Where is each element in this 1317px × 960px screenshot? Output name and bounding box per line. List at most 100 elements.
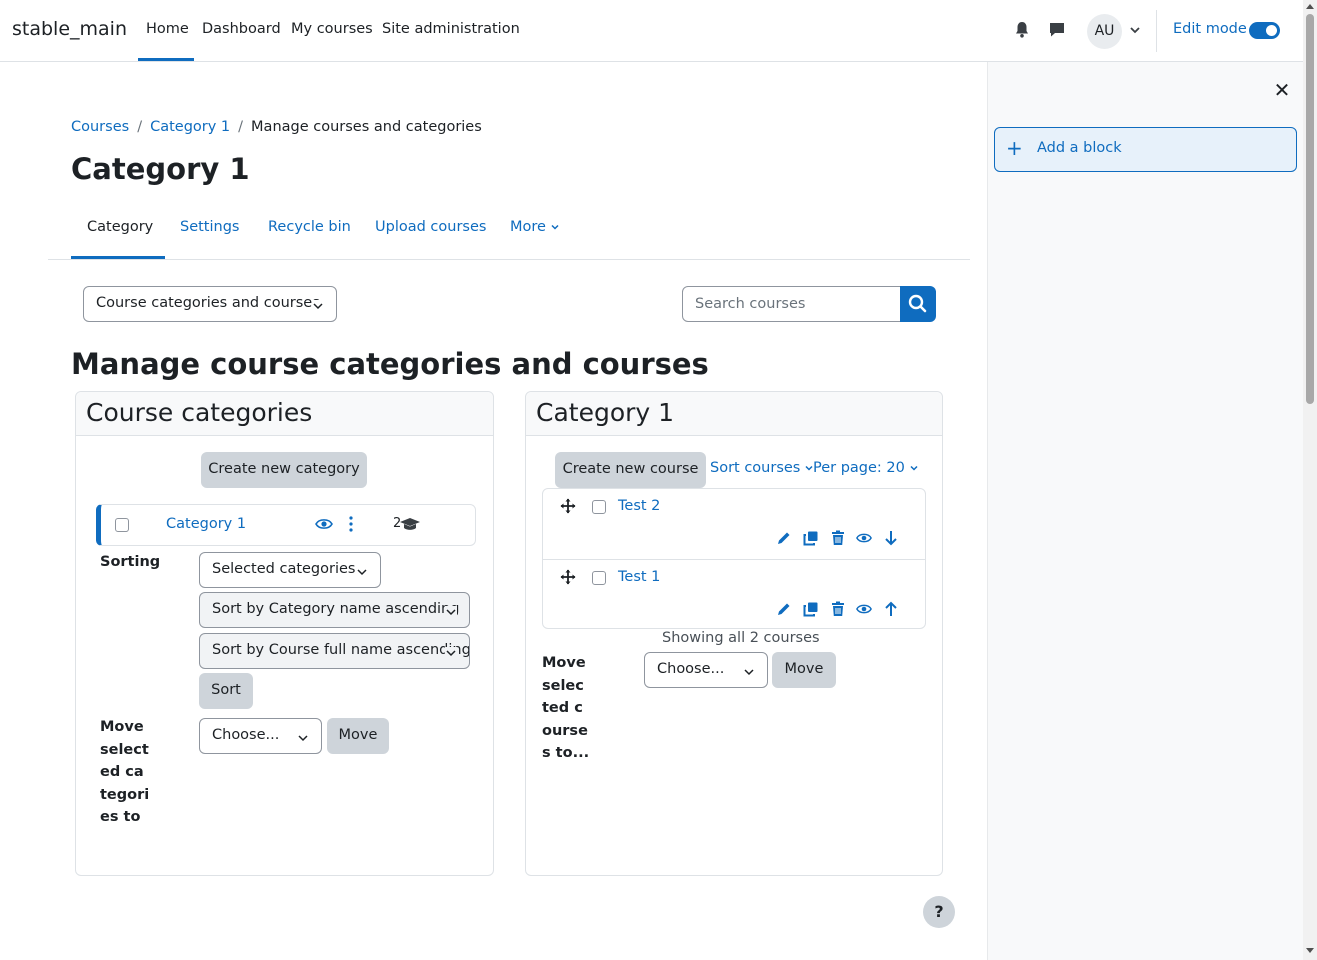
copy-icon[interactable] (803, 601, 819, 617)
search-icon (908, 294, 927, 313)
move-drag-icon[interactable] (560, 498, 576, 514)
help-button[interactable]: ? (923, 896, 955, 928)
course-link[interactable]: Test 1 (618, 569, 660, 585)
user-avatar[interactable]: AU (1087, 14, 1122, 49)
view-mode-select[interactable]: Course categories and courses (83, 286, 337, 322)
page-title: Category 1 (71, 152, 250, 186)
tab-recycle-bin[interactable]: Recycle bin (268, 219, 351, 235)
tab-upload-courses[interactable]: Upload courses (375, 219, 486, 235)
course-list-item: Test 2 (543, 489, 925, 559)
breadcrumb-separator: / (238, 119, 244, 135)
nav-home[interactable]: Home (146, 21, 189, 37)
button-label: Create new course (562, 461, 699, 477)
per-page-label: Per page: 20 (813, 460, 905, 476)
move-drag-icon[interactable] (560, 569, 576, 585)
course-checkbox[interactable] (592, 571, 606, 585)
select-value: Selected categories (212, 561, 356, 577)
messages-icon[interactable] (1048, 21, 1066, 39)
breadcrumb-separator: / (137, 119, 143, 135)
kebab-menu-icon[interactable] (349, 516, 353, 532)
breadcrumb-category[interactable]: Category 1 (150, 119, 230, 135)
close-icon[interactable]: ✕ (1272, 80, 1292, 100)
panel-title: Course categories (86, 398, 313, 427)
edit-pencil-icon[interactable] (776, 530, 792, 546)
site-brand[interactable]: stable_main (12, 18, 127, 40)
course-count-summary: Showing all 2 courses (662, 630, 820, 646)
move-courses-button[interactable]: Move (772, 652, 836, 688)
sort-categories-select[interactable]: Sort by Category name ascending (199, 592, 470, 628)
scroll-thumb[interactable] (1306, 14, 1314, 404)
secondary-navigation: Category Settings Recycle bin Upload cou… (48, 200, 970, 260)
chevron-down-icon (805, 465, 813, 471)
copy-icon[interactable] (803, 530, 819, 546)
chevron-down-icon[interactable] (1129, 24, 1141, 36)
eye-icon[interactable] (315, 517, 333, 531)
move-categories-button[interactable]: Move (327, 718, 389, 754)
sort-courses-dropdown[interactable]: Sort courses (710, 460, 813, 476)
trash-icon[interactable] (830, 530, 846, 546)
sort-courses-select[interactable]: Sort by Course full name ascending (199, 633, 470, 669)
sort-button[interactable]: Sort (199, 673, 253, 709)
manage-heading: Manage course categories and courses (71, 347, 709, 381)
move-courses-label: Move selected courses to... (542, 655, 590, 761)
edit-mode-label: Edit mode (1173, 21, 1247, 37)
top-navbar: stable_main Home Dashboard My courses Si… (0, 0, 1303, 62)
category-checkbox[interactable] (115, 518, 129, 532)
course-listing: Test 2 Test 1 (542, 488, 926, 629)
course-categories-panel: Course categories Create new category Ca… (75, 391, 494, 876)
eye-icon[interactable] (856, 530, 872, 546)
nav-dashboard[interactable]: Dashboard (202, 21, 281, 37)
trash-icon[interactable] (830, 601, 846, 617)
select-value: Sort by Course full name ascending (212, 642, 470, 658)
button-label: Move (338, 727, 378, 743)
page-scrollbar[interactable] (1303, 0, 1317, 960)
search-input[interactable]: Search courses (682, 286, 901, 322)
sort-scope-select[interactable]: Selected categories (199, 552, 381, 588)
chevron-down-icon (551, 224, 559, 230)
course-list-item: Test 1 (543, 559, 925, 629)
panel-title: Category 1 (536, 398, 675, 427)
create-new-course-button[interactable]: Create new course (555, 452, 706, 488)
eye-icon[interactable] (856, 601, 872, 617)
navbar-divider (1156, 10, 1157, 52)
edit-pencil-icon[interactable] (776, 601, 792, 617)
arrow-up-icon[interactable] (883, 601, 899, 617)
course-link[interactable]: Test 2 (618, 498, 660, 514)
breadcrumb-current: Manage courses and categories (251, 119, 482, 135)
category-link[interactable]: Category 1 (166, 516, 246, 532)
notification-bell-icon[interactable] (1014, 21, 1030, 39)
create-new-category-button[interactable]: Create new category (201, 452, 367, 488)
per-page-dropdown[interactable]: Per page: 20 (813, 460, 918, 476)
scroll-up-arrow-icon[interactable] (1306, 4, 1314, 9)
tab-category[interactable]: Category (87, 219, 153, 235)
chevron-down-icon (312, 300, 324, 312)
tab-more[interactable]: More (510, 219, 559, 235)
button-label: Create new category (208, 461, 360, 477)
graduation-cap-icon (400, 518, 420, 530)
sorting-label: Sorting (100, 554, 161, 570)
nav-site-administration[interactable]: Site administration (382, 21, 520, 37)
panel-header: Category 1 (526, 392, 942, 436)
scroll-down-arrow-icon[interactable] (1306, 948, 1314, 953)
nav-my-courses[interactable]: My courses (291, 21, 373, 37)
add-block-button[interactable]: + Add a block (994, 127, 1297, 172)
add-block-label: Add a block (1037, 140, 1122, 156)
move-courses-select[interactable]: Choose... (644, 652, 768, 688)
move-categories-select[interactable]: Choose... (199, 718, 322, 754)
category-courses-panel: Category 1 Create new course Sort course… (525, 391, 943, 876)
view-mode-value: Course categories and courses (96, 295, 320, 311)
course-checkbox[interactable] (592, 500, 606, 514)
block-drawer: ✕ + Add a block (987, 62, 1303, 960)
breadcrumb-courses[interactable]: Courses (71, 119, 129, 135)
select-value: Sort by Category name ascending (212, 601, 460, 617)
tab-settings[interactable]: Settings (180, 219, 239, 235)
search-button[interactable] (900, 286, 936, 322)
arrow-down-icon[interactable] (883, 530, 899, 546)
tab-more-label: More (510, 219, 546, 235)
move-categories-label: Move selected categories to (100, 719, 150, 825)
tab-active-indicator (71, 256, 165, 259)
chevron-down-icon (297, 732, 309, 744)
select-value: Choose... (212, 727, 280, 743)
chevron-down-icon (445, 606, 457, 618)
edit-mode-toggle[interactable] (1249, 22, 1280, 39)
